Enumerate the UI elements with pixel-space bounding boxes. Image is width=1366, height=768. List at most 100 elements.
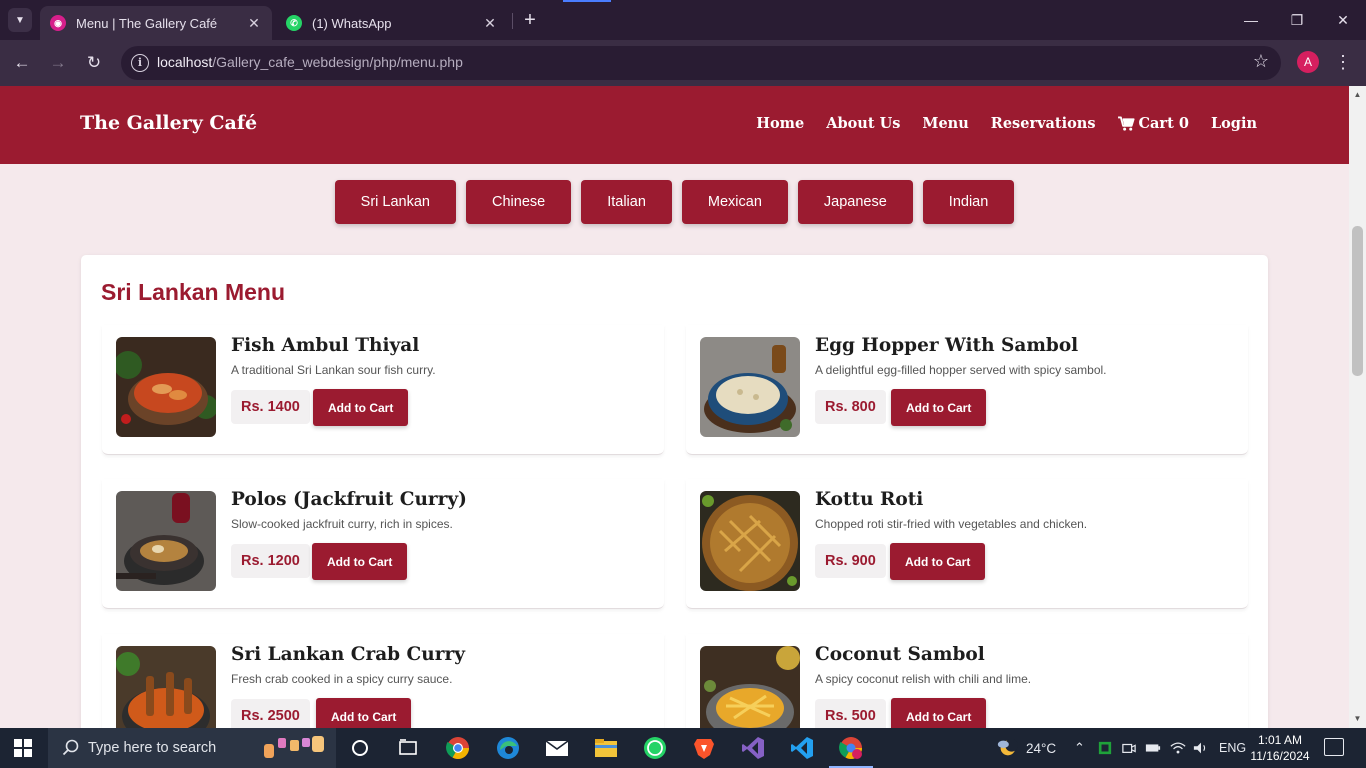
crab-curry-image bbox=[116, 646, 216, 728]
page-scrollbar[interactable]: ▲ ▼ bbox=[1349, 86, 1366, 728]
profile-avatar[interactable]: A bbox=[1297, 51, 1319, 73]
menu-item-kottu-roti: Kottu Roti Chopped roti stir-fried with … bbox=[686, 479, 1248, 609]
chrome-icon[interactable] bbox=[446, 736, 470, 760]
category-bar: Sri Lankan Chinese Italian Mexican Japan… bbox=[0, 180, 1349, 224]
category-mexican[interactable]: Mexican bbox=[681, 180, 788, 224]
lanterns-icon bbox=[264, 736, 324, 758]
category-chinese[interactable]: Chinese bbox=[466, 180, 572, 224]
brave-icon[interactable] bbox=[692, 736, 716, 760]
kottu-roti-image bbox=[700, 491, 800, 591]
cart-label: Cart bbox=[1138, 115, 1174, 132]
notification-icon[interactable] bbox=[1324, 738, 1344, 756]
address-bar[interactable]: i localhost/Gallery_cafe_webdesign/php/m… bbox=[121, 46, 1281, 80]
nav-reservations[interactable]: Reservations bbox=[991, 115, 1096, 132]
browser-menu-icon[interactable]: ⋮ bbox=[1334, 51, 1352, 75]
cart-count: 0 bbox=[1178, 115, 1189, 132]
weather-widget[interactable]: 24°C bbox=[996, 728, 1056, 768]
scroll-down-icon[interactable]: ▼ bbox=[1353, 714, 1362, 723]
add-to-cart-button[interactable]: Add to Cart bbox=[891, 389, 987, 426]
cortana-icon[interactable] bbox=[348, 736, 372, 760]
reload-icon[interactable]: ↻ bbox=[82, 51, 106, 75]
chrome-profile-icon[interactable] bbox=[829, 736, 873, 768]
menu-section: Sri Lankan Menu Fish Ambul Thiyal A trad… bbox=[81, 255, 1268, 728]
item-name: Sri Lankan Crab Curry bbox=[231, 644, 465, 665]
edge-icon[interactable] bbox=[496, 736, 520, 760]
volume-icon[interactable] bbox=[1193, 728, 1209, 768]
file-explorer-icon[interactable] bbox=[594, 736, 618, 760]
new-tab-icon[interactable]: + bbox=[520, 9, 540, 31]
scroll-up-icon[interactable]: ▲ bbox=[1353, 90, 1362, 99]
whatsapp-icon[interactable] bbox=[643, 736, 667, 760]
item-price: Rs. 800 bbox=[815, 390, 886, 424]
search-icon bbox=[62, 739, 79, 756]
tab-title: (1) WhatsApp bbox=[312, 15, 392, 31]
menu-item-egg-hopper: Egg Hopper With Sambol A delightful egg-… bbox=[686, 325, 1248, 455]
battery-icon[interactable] bbox=[1145, 728, 1161, 768]
nav-home[interactable]: Home bbox=[756, 115, 804, 132]
item-price: Rs. 500 bbox=[815, 699, 886, 728]
item-price: Rs. 900 bbox=[815, 544, 886, 578]
back-icon[interactable]: ← bbox=[10, 51, 34, 75]
wifi-icon[interactable] bbox=[1170, 728, 1186, 768]
camera-icon[interactable] bbox=[1122, 728, 1136, 768]
category-sri-lankan[interactable]: Sri Lankan bbox=[334, 180, 456, 224]
add-to-cart-button[interactable]: Add to Cart bbox=[316, 698, 412, 728]
forward-icon[interactable]: → bbox=[46, 51, 70, 75]
search-placeholder: Type here to search bbox=[88, 740, 217, 756]
item-description: A traditional Sri Lankan sour fish curry… bbox=[231, 363, 436, 377]
language-indicator[interactable]: ENG bbox=[1219, 728, 1246, 768]
visual-studio-icon[interactable] bbox=[741, 736, 765, 760]
tab-search-icon[interactable]: ▼ bbox=[8, 8, 32, 32]
nav-menu[interactable]: Menu bbox=[922, 115, 968, 132]
jackfruit-curry-image bbox=[116, 491, 216, 591]
category-indian[interactable]: Indian bbox=[922, 180, 1015, 224]
minimize-icon[interactable]: — bbox=[1239, 8, 1263, 32]
nav-cart[interactable]: Cart 0 bbox=[1117, 115, 1189, 132]
add-to-cart-button[interactable]: Add to Cart bbox=[313, 389, 409, 426]
nav-about[interactable]: About Us bbox=[826, 115, 900, 132]
coconut-sambol-image bbox=[700, 646, 800, 728]
vscode-icon[interactable] bbox=[790, 736, 814, 760]
bookmark-star-icon[interactable]: ☆ bbox=[1253, 51, 1269, 72]
item-name: Coconut Sambol bbox=[815, 644, 985, 665]
tray-app-icon[interactable] bbox=[1098, 728, 1112, 768]
restore-icon[interactable]: ❐ bbox=[1285, 8, 1309, 32]
taskbar-search-box[interactable]: Type here to search bbox=[48, 728, 336, 768]
site-info-icon[interactable]: i bbox=[131, 54, 149, 72]
add-to-cart-button[interactable]: Add to Cart bbox=[891, 698, 987, 728]
taskbar-clock[interactable]: 1:01 AM 11/16/2024 bbox=[1248, 732, 1312, 764]
category-japanese[interactable]: Japanese bbox=[797, 180, 913, 224]
category-italian[interactable]: Italian bbox=[581, 180, 672, 224]
add-to-cart-button[interactable]: Add to Cart bbox=[312, 543, 408, 580]
windows-taskbar: Type here to search 24°C ⌃ ENG 1:01 AM 1… bbox=[0, 728, 1366, 768]
tray-overflow-icon[interactable]: ⌃ bbox=[1074, 728, 1085, 768]
site-nav: Home About Us Menu Reservations Cart 0 L… bbox=[756, 115, 1257, 132]
tab-whatsapp[interactable]: ✆ (1) WhatsApp ✕ bbox=[276, 6, 508, 40]
item-description: Fresh crab cooked in a spicy curry sauce… bbox=[231, 672, 453, 686]
url-host: localhost bbox=[157, 54, 213, 70]
tab-menu[interactable]: ◉ Menu | The Gallery Café ✕ bbox=[40, 6, 272, 40]
item-price: Rs. 1200 bbox=[231, 544, 310, 578]
menu-item-coconut-sambol: Coconut Sambol A spicy coconut relish wi… bbox=[686, 634, 1248, 728]
close-window-icon[interactable]: ✕ bbox=[1331, 8, 1355, 32]
item-name: Egg Hopper With Sambol bbox=[815, 335, 1079, 356]
add-to-cart-button[interactable]: Add to Cart bbox=[890, 543, 986, 580]
close-tab-icon[interactable]: ✕ bbox=[246, 15, 262, 32]
whatsapp-favicon-icon: ✆ bbox=[286, 15, 302, 31]
gallery-favicon-icon: ◉ bbox=[50, 15, 66, 31]
close-tab-icon[interactable]: ✕ bbox=[482, 15, 498, 32]
tab-divider bbox=[512, 13, 513, 29]
mail-icon[interactable] bbox=[545, 736, 569, 760]
site-brand[interactable]: The Gallery Café bbox=[80, 112, 257, 134]
fish-curry-image bbox=[116, 337, 216, 437]
scrollbar-thumb[interactable] bbox=[1352, 226, 1363, 376]
tab-strip-accent bbox=[563, 0, 611, 2]
task-view-icon[interactable] bbox=[396, 736, 420, 760]
item-name: Fish Ambul Thiyal bbox=[231, 335, 420, 356]
clock-date: 11/16/2024 bbox=[1250, 749, 1310, 763]
item-description: Chopped roti stir-fried with vegetables … bbox=[815, 517, 1088, 531]
nav-login[interactable]: Login bbox=[1211, 115, 1257, 132]
item-name: Polos (Jackfruit Curry) bbox=[231, 489, 467, 510]
windows-start-icon[interactable] bbox=[14, 739, 32, 757]
url-text[interactable]: localhost/Gallery_cafe_webdesign/php/men… bbox=[157, 54, 463, 70]
